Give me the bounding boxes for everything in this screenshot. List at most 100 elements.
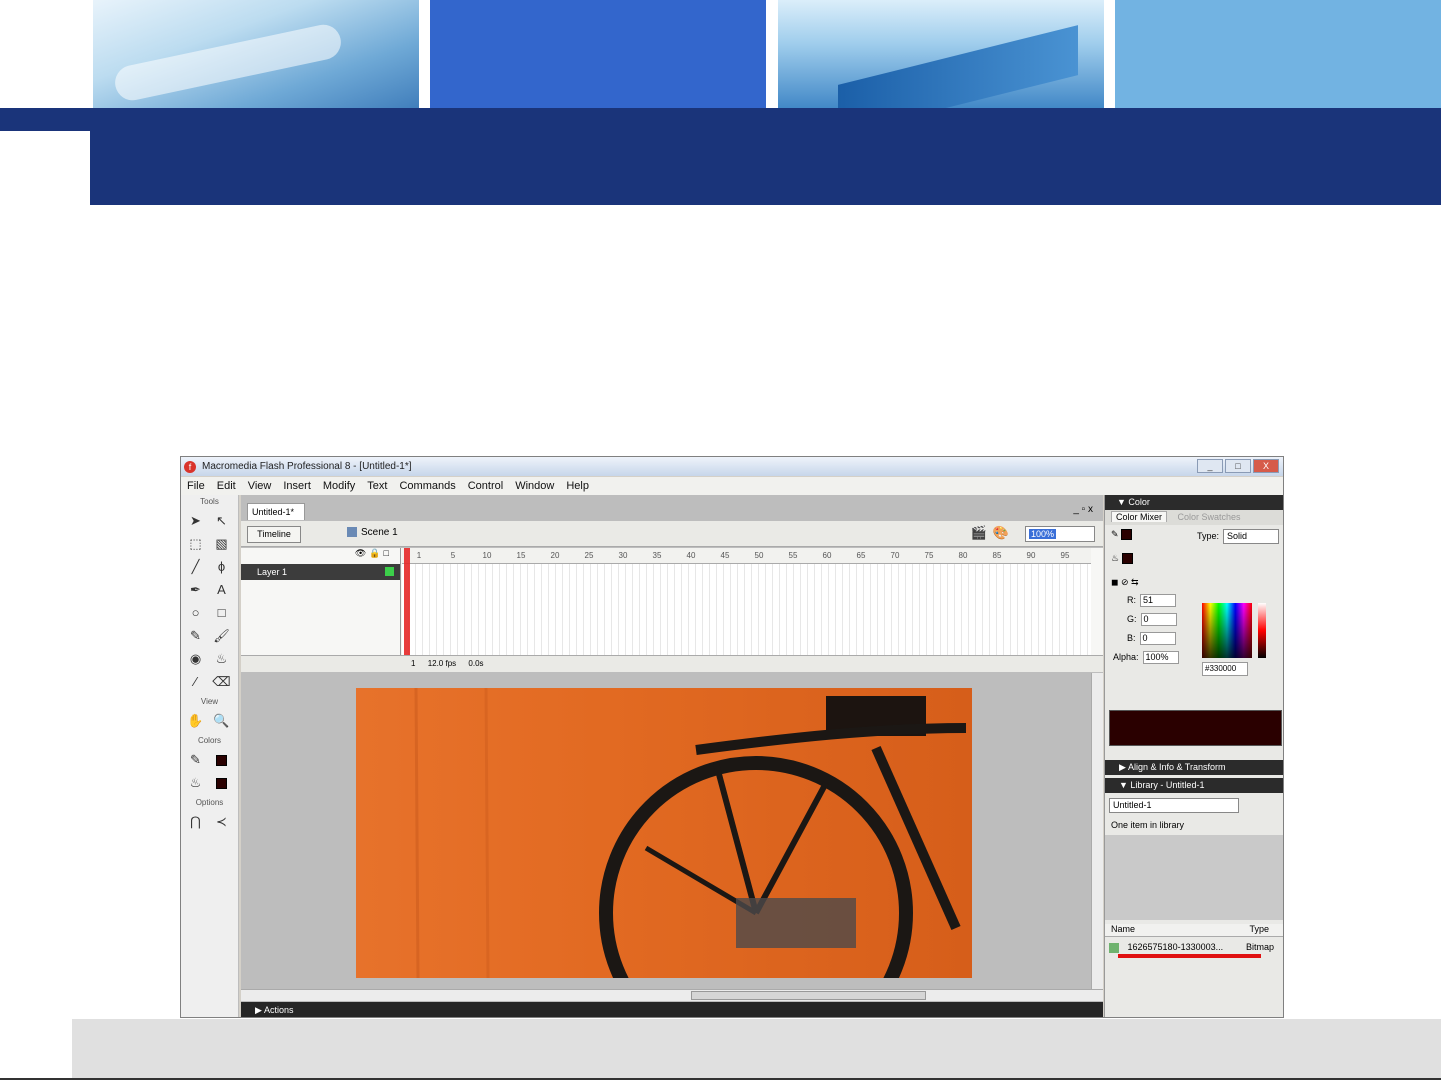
alpha-input[interactable]: 100%	[1142, 651, 1179, 665]
library-document-select[interactable]: Untitled-1	[1109, 798, 1239, 813]
library-col-type[interactable]: Type	[1249, 924, 1269, 934]
scene-breadcrumb[interactable]: Scene 1	[347, 527, 398, 538]
frame-rate: 12.0 fps	[427, 659, 457, 668]
layer-list: 👁🔒□ Layer 1	[241, 548, 401, 672]
edit-bar: Timeline Scene 1 🎬🎨 100%	[241, 521, 1103, 547]
menu-view[interactable]: View	[248, 480, 272, 492]
color-panel-header[interactable]: ▼ Color	[1105, 495, 1283, 510]
frame-grid[interactable]: 1 5 10 15 20 25 30 35 40 45 50 55 60 65	[402, 548, 1091, 672]
stage-vertical-scrollbar[interactable]	[1091, 673, 1103, 989]
document-window-controls[interactable]: _ ▫ x	[1073, 504, 1093, 515]
flash-app-icon: f	[184, 460, 196, 473]
ruler-tick: 15	[516, 551, 526, 560]
menu-text[interactable]: Text	[367, 480, 387, 492]
color-mode-icons[interactable]: ◼ ⊘ ⇆	[1105, 573, 1283, 591]
edit-scene-symbol-icons[interactable]: 🎬🎨	[971, 525, 1015, 541]
brightness-slider[interactable]	[1258, 603, 1266, 658]
snap-magnet-icon[interactable]: ⋂	[186, 812, 206, 832]
maximize-button[interactable]: □	[1225, 459, 1251, 473]
stage-bitmap[interactable]	[356, 688, 972, 978]
r-input[interactable]: 51	[1140, 594, 1176, 608]
ruler-tick: 30	[618, 551, 628, 560]
layer-header-icons[interactable]: 👁🔒□	[241, 548, 400, 564]
free-transform-tool-icon[interactable]: ⬚	[186, 534, 206, 554]
colors-label: Colors	[197, 736, 222, 745]
window-title: Macromedia Flash Professional 8 - [Untit…	[202, 461, 412, 472]
menu-edit[interactable]: Edit	[217, 480, 236, 492]
hand-tool-icon[interactable]: ✋	[186, 711, 206, 731]
ruler-tick: 80	[958, 551, 968, 560]
library-panel-header[interactable]: ▼ Library - Untitled-1	[1105, 778, 1283, 793]
brush-tool-icon[interactable]: 🖌	[212, 626, 232, 646]
minimize-button[interactable]: _	[1197, 459, 1223, 473]
fill-color-swatch[interactable]	[212, 773, 232, 793]
align-panel-header[interactable]: ▶ Align & Info & Transform	[1105, 760, 1283, 775]
bitmap-icon	[1109, 942, 1119, 953]
layer-outline-color[interactable]	[385, 567, 394, 576]
stroke-icon[interactable]: ✎	[1111, 529, 1133, 541]
menu-file[interactable]: File	[187, 480, 205, 492]
pen-tool-icon[interactable]: ✒	[186, 580, 206, 600]
flash-window: f Macromedia Flash Professional 8 - [Unt…	[180, 456, 1284, 1018]
b-input[interactable]: 0	[1139, 632, 1176, 646]
stroke-color-icon[interactable]: ✎	[186, 750, 206, 770]
timeline-toggle-button[interactable]: Timeline	[247, 526, 301, 543]
ruler-tick: 40	[686, 551, 696, 560]
tab-color-swatches[interactable]: Color Swatches	[1178, 512, 1241, 522]
color-spectrum[interactable]	[1202, 603, 1252, 658]
zoom-select[interactable]: 100%	[1025, 526, 1095, 542]
close-button[interactable]: X	[1253, 459, 1279, 473]
stage-horizontal-scrollbar[interactable]	[241, 989, 1103, 1001]
tab-color-mixer[interactable]: Color Mixer	[1111, 511, 1168, 522]
scroll-thumb[interactable]	[691, 991, 926, 1000]
fill-transform-tool-icon[interactable]: ▧	[212, 534, 232, 554]
smooth-icon[interactable]: ≺	[212, 812, 232, 832]
menu-modify[interactable]: Modify	[323, 480, 355, 492]
ruler-tick: 10	[482, 551, 492, 560]
ink-bottle-tool-icon[interactable]: ◉	[186, 649, 206, 669]
layer-row[interactable]: Layer 1	[241, 564, 400, 580]
align-panel-title: Align & Info & Transform	[1127, 762, 1226, 772]
ruler-tick: 70	[890, 551, 900, 560]
document-tab[interactable]: Untitled-1*	[247, 503, 305, 520]
fill-color-icon[interactable]: ♨	[186, 773, 206, 793]
menu-window[interactable]: Window	[515, 480, 554, 492]
options-label: Options	[195, 798, 224, 807]
actions-panel-header[interactable]: ▶ Actions	[241, 1002, 1103, 1017]
library-item[interactable]: 1626575180-1330003... Bitmap	[1109, 940, 1274, 954]
g-input[interactable]: 0	[1140, 613, 1177, 627]
playhead[interactable]	[404, 548, 410, 672]
menu-insert[interactable]: Insert	[283, 480, 311, 492]
timeline: 👁🔒□ Layer 1 1 5 10 15 20 25 30 35 40 45	[241, 548, 1103, 672]
paint-bucket-tool-icon[interactable]: ♨	[212, 649, 232, 669]
pencil-tool-icon[interactable]: ✎	[186, 626, 206, 646]
hex-input[interactable]: #330000	[1202, 662, 1248, 676]
selection-tool-icon[interactable]: ➤	[186, 511, 206, 531]
zoom-tool-icon[interactable]: 🔍	[212, 711, 232, 731]
text-tool-icon[interactable]: A	[212, 580, 232, 600]
menu-control[interactable]: Control	[468, 480, 503, 492]
subselection-tool-icon[interactable]: ↖	[212, 511, 232, 531]
header-block-lightblue	[1115, 0, 1441, 110]
fill-icon[interactable]: ♨	[1111, 553, 1133, 565]
oval-tool-icon[interactable]: ○	[186, 603, 206, 623]
ruler-tick: 50	[754, 551, 764, 560]
stroke-color-swatch[interactable]	[212, 750, 232, 770]
fill-type-select[interactable]: Solid	[1223, 529, 1279, 544]
rectangle-tool-icon[interactable]: □	[212, 603, 232, 623]
menu-help[interactable]: Help	[566, 480, 589, 492]
stroke-row: ✎ Type: Solid	[1105, 525, 1283, 549]
eraser-tool-icon[interactable]: ⌫	[212, 672, 232, 692]
line-tool-icon[interactable]: ╱	[186, 557, 206, 577]
b-label: B:	[1127, 633, 1136, 643]
type-label: Type:	[1196, 531, 1219, 541]
zoom-value: 100%	[1029, 529, 1057, 539]
ruler-tick: 85	[992, 551, 1002, 560]
header-image-buildings	[778, 0, 1104, 110]
lasso-tool-icon[interactable]: ϕ	[212, 557, 232, 577]
frame-ruler[interactable]: 1 5 10 15 20 25 30 35 40 45 50 55 60 65	[402, 548, 1091, 564]
menu-commands[interactable]: Commands	[399, 480, 455, 492]
stage-area[interactable]	[241, 673, 1103, 989]
library-col-name[interactable]: Name	[1111, 924, 1135, 934]
eyedropper-tool-icon[interactable]: ⁄	[186, 672, 206, 692]
